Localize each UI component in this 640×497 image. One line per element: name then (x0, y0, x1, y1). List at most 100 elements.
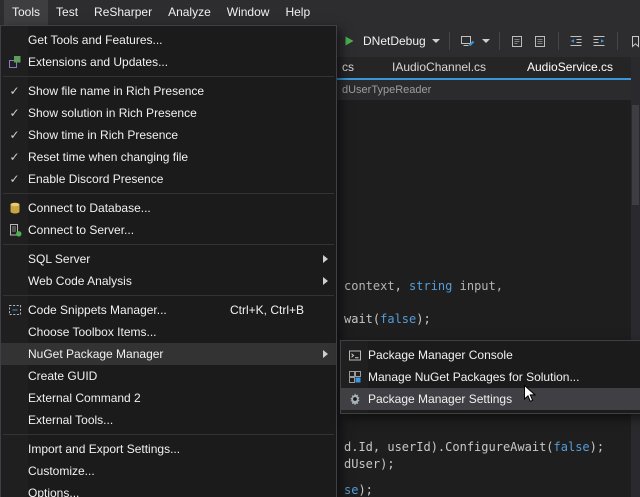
checkmark-icon: ✓ (1, 124, 28, 146)
attach-caret[interactable] (482, 39, 490, 43)
menu-item-sql-server[interactable]: SQL Server (1, 248, 336, 270)
submenu-arrow-icon (318, 350, 328, 358)
indent-increase-icon[interactable] (591, 32, 608, 50)
menu-item-label: Import and Export Settings... (28, 442, 318, 456)
menu-item-reset-time-when-changing-file[interactable]: ✓Reset time when changing file (1, 146, 336, 168)
menu-gutter (1, 460, 28, 482)
menu-item-external-tools[interactable]: External Tools... (1, 409, 336, 431)
menu-item-manage-nuget-packages-for-solution[interactable]: Manage NuGet Packages for Solution... (341, 366, 640, 388)
start-debugging-icon[interactable] (340, 32, 357, 50)
menu-item-label: Reset time when changing file (28, 150, 318, 164)
menu-item-show-file-name-in-rich-presence[interactable]: ✓Show file name in Rich Presence (1, 80, 336, 102)
menubar-item-tools[interactable]: Tools (4, 0, 48, 25)
menubar-item-window[interactable]: Window (219, 0, 278, 25)
menu-item-label: Customize... (28, 464, 318, 478)
menu-gutter (1, 343, 28, 365)
menu-item-connect-to-server[interactable]: Connect to Server... (1, 219, 336, 241)
menu-item-customize[interactable]: Customize... (1, 460, 336, 482)
attach-to-process-icon[interactable] (459, 32, 476, 50)
indent-decrease-icon[interactable] (568, 32, 585, 50)
menu-item-code-snippets-manager[interactable]: Code Snippets Manager... Ctrl+K, Ctrl+B (1, 299, 336, 321)
toolbar-separator (449, 32, 450, 50)
menu-item-show-solution-in-rich-presence[interactable]: ✓Show solution in Rich Presence (1, 102, 336, 124)
extensions-icon (1, 51, 28, 73)
menu-item-connect-to-database[interactable]: Connect to Database... (1, 197, 336, 219)
menu-separator (3, 193, 334, 194)
submenu-arrow-icon (318, 277, 328, 285)
menu-item-show-time-in-rich-presence[interactable]: ✓Show time in Rich Presence (1, 124, 336, 146)
toolbar-separator (617, 32, 618, 50)
menu-separator (3, 295, 334, 296)
menu-gutter (1, 438, 28, 460)
bookmark-icon[interactable] (627, 32, 640, 50)
manage-nuget-packages-icon (341, 366, 368, 388)
checkmark-icon: ✓ (1, 80, 28, 102)
code-line-4: dUser); (344, 457, 395, 471)
breadcrumb[interactable]: dUserTypeReader (342, 84, 431, 96)
menu-item-label: Package Manager Console (368, 348, 629, 362)
menu-item-create-guid[interactable]: Create GUID (1, 365, 336, 387)
menu-item-import-and-export-settings[interactable]: Import and Export Settings... (1, 438, 336, 460)
checkmark-icon: ✓ (1, 146, 28, 168)
submenu-arrow-icon (318, 255, 328, 263)
menu-item-label: Connect to Database... (28, 201, 318, 215)
menu-item-web-code-analysis[interactable]: Web Code Analysis (1, 270, 336, 292)
menu-gutter (1, 365, 28, 387)
menubar-item-help[interactable]: Help (277, 0, 318, 25)
debug-target-caret[interactable] (432, 39, 440, 43)
menu-item-label: Show file name in Rich Presence (28, 84, 318, 98)
menu-item-label: Get Tools and Features... (28, 33, 318, 47)
menu-item-label: Package Manager Settings (368, 392, 629, 406)
menu-item-label: Code Snippets Manager... (28, 303, 210, 317)
connect-server-icon (1, 219, 28, 241)
menu-item-package-manager-console[interactable]: Package Manager Console (341, 344, 640, 366)
connect-database-icon (1, 197, 28, 219)
menu-item-label: Choose Toolbox Items... (28, 325, 318, 339)
menubar-item-analyze[interactable]: Analyze (160, 0, 219, 25)
tools-menu: Get Tools and Features... Extensions and … (0, 25, 337, 497)
menu-item-shortcut: Ctrl+K, Ctrl+B (230, 303, 304, 317)
menu-item-label: Manage NuGet Packages for Solution... (368, 370, 629, 384)
tab-audioservice-cs[interactable]: AudioService.cs (527, 57, 613, 78)
menu-item-package-manager-settings[interactable]: Package Manager Settings (341, 388, 640, 410)
menu-item-external-command-2[interactable]: External Command 2 (1, 387, 336, 409)
menu-item-enable-discord-presence[interactable]: ✓Enable Discord Presence (1, 168, 336, 190)
menu-item-label: Show time in Rich Presence (28, 128, 318, 142)
debug-target-label[interactable]: DNetDebug (363, 34, 426, 48)
tab-iaudiochannel-cs[interactable]: IAudioChannel.cs (392, 57, 486, 78)
toolbar-separator (499, 32, 500, 50)
code-line-3: d.Id, userId).ConfigureAwait(false); (344, 440, 604, 454)
menu-item-options[interactable]: Options... (1, 482, 336, 497)
menu-item-get-tools-and-features[interactable]: Get Tools and Features... (1, 29, 336, 51)
menu-item-label: NuGet Package Manager (28, 347, 318, 361)
menubar-item-test[interactable]: Test (48, 0, 86, 25)
menu-separator (3, 76, 334, 77)
menu-item-label: Show solution in Rich Presence (28, 106, 318, 120)
navigate-backward-icon[interactable] (509, 32, 526, 50)
toolbar-separator (558, 32, 559, 50)
mouse-cursor (523, 384, 536, 406)
menu-gutter (1, 270, 28, 292)
menu-item-label: Create GUID (28, 369, 318, 383)
menu-gutter (1, 409, 28, 431)
checkmark-icon: ✓ (1, 102, 28, 124)
gear-icon (341, 388, 368, 410)
code-line-2: wait(false); (344, 312, 431, 326)
menu-item-extensions-and-updates[interactable]: Extensions and Updates... (1, 51, 336, 73)
menu-gutter (1, 482, 28, 497)
menu-item-label: Options... (28, 486, 318, 497)
menu-separator (3, 244, 334, 245)
scrollbar-thumb[interactable] (632, 105, 639, 205)
vertical-scrollbar[interactable] (631, 57, 640, 497)
checkmark-icon: ✓ (1, 168, 28, 190)
navigate-forward-icon[interactable] (532, 32, 549, 50)
menubar-item-resharper[interactable]: ReSharper (86, 0, 160, 25)
tab-cs[interactable]: cs (342, 57, 354, 78)
menu-gutter (1, 387, 28, 409)
menu-item-choose-toolbox-items[interactable]: Choose Toolbox Items... (1, 321, 336, 343)
menu-gutter (1, 29, 28, 51)
code-line-5: se); (344, 483, 373, 497)
visual-studio-window: context, string input,wait(false);d.Id, … (0, 0, 640, 497)
menu-item-nuget-package-manager[interactable]: NuGet Package Manager (1, 343, 336, 365)
code-snippets-icon (1, 299, 28, 321)
